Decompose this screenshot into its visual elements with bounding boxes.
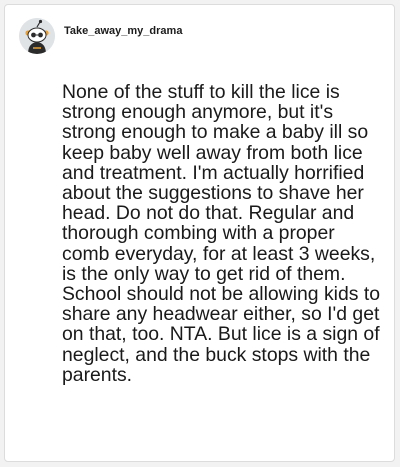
avatar[interactable] xyxy=(19,18,55,54)
comment-body: None of the stuff to kill the lice is st… xyxy=(62,81,380,386)
comment-card: Take_away_my_drama None of the stuff to … xyxy=(4,4,395,462)
reddit-snoo-avatar-icon xyxy=(19,18,55,54)
username[interactable]: Take_away_my_drama xyxy=(64,25,182,37)
comment-header: Take_away_my_drama xyxy=(19,18,182,54)
